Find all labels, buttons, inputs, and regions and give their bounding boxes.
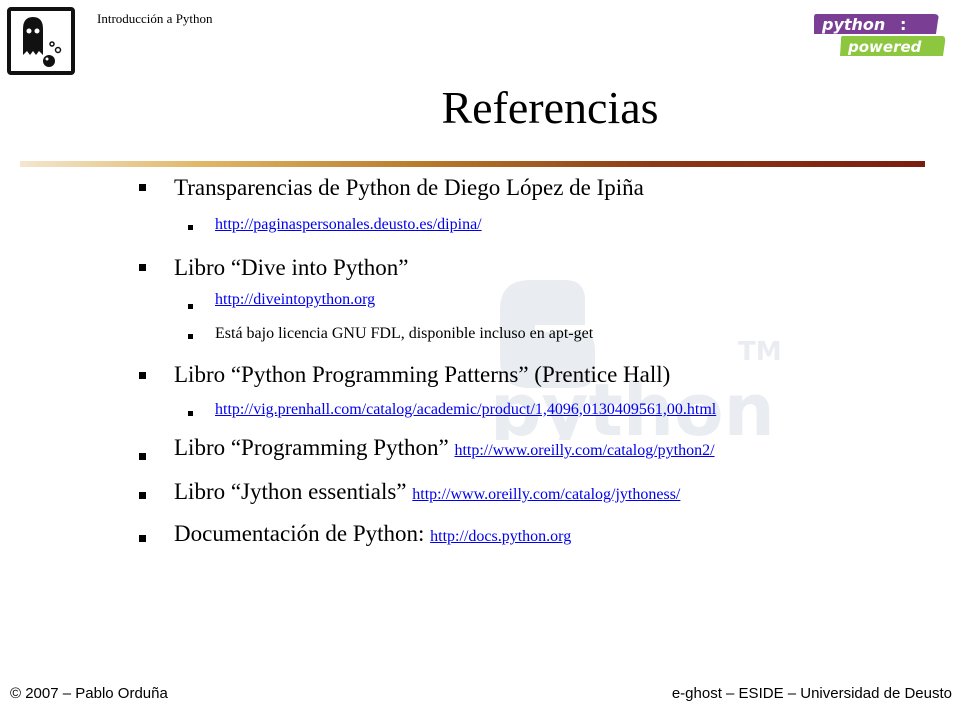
link-prenhall[interactable]: http://vig.prenhall.com/catalog/academic… [215, 400, 716, 420]
link-dipina[interactable]: http://paginaspersonales.deusto.es/dipin… [215, 215, 482, 235]
reference-list: Transparencias de Python de Diego López … [0, 0, 960, 600]
bullet-marker [139, 453, 146, 460]
bullet-marker [139, 184, 146, 191]
reference-item-text: Libro “Programming Python” [174, 435, 455, 460]
sub-bullet-marker [188, 411, 193, 416]
reference-item: Libro “Programming Python” http://www.or… [174, 434, 715, 465]
sub-bullet-marker [188, 334, 193, 339]
bullet-marker [139, 535, 146, 542]
reference-item-text: Libro “Jython essentials” [174, 479, 413, 504]
sub-bullet-marker [188, 304, 193, 309]
link-oreilly-python2[interactable]: http://www.oreilly.com/catalog/python2/ [454, 442, 714, 459]
sub-bullet-marker [188, 225, 193, 230]
reference-item: Libro “Dive into Python” [174, 255, 409, 280]
link-oreilly-jythoness[interactable]: http://www.oreilly.com/catalog/jythoness… [412, 486, 680, 503]
reference-item: Libro “Python Programming Patterns” (Pre… [174, 362, 671, 387]
license-note: Está bajo licencia GNU FDL, disponible i… [215, 325, 594, 342]
reference-item-text: Documentación de Python: [174, 521, 431, 546]
reference-item: Libro “Jython essentials” http://www.ore… [174, 478, 680, 509]
bullet-marker [139, 372, 146, 379]
footer-institution: e-ghost – ESIDE – Universidad de Deusto [671, 685, 952, 702]
reference-item: Documentación de Python: http://docs.pyt… [174, 520, 571, 551]
bullet-marker [139, 264, 146, 271]
footer-copyright: © 2007 – Pablo Orduña [10, 685, 168, 702]
link-diveintopython[interactable]: http://diveintopython.org [215, 290, 375, 310]
reference-item: Transparencias de Python de Diego López … [174, 175, 644, 200]
bullet-marker [139, 492, 146, 499]
link-python-docs[interactable]: http://docs.python.org [430, 528, 571, 545]
